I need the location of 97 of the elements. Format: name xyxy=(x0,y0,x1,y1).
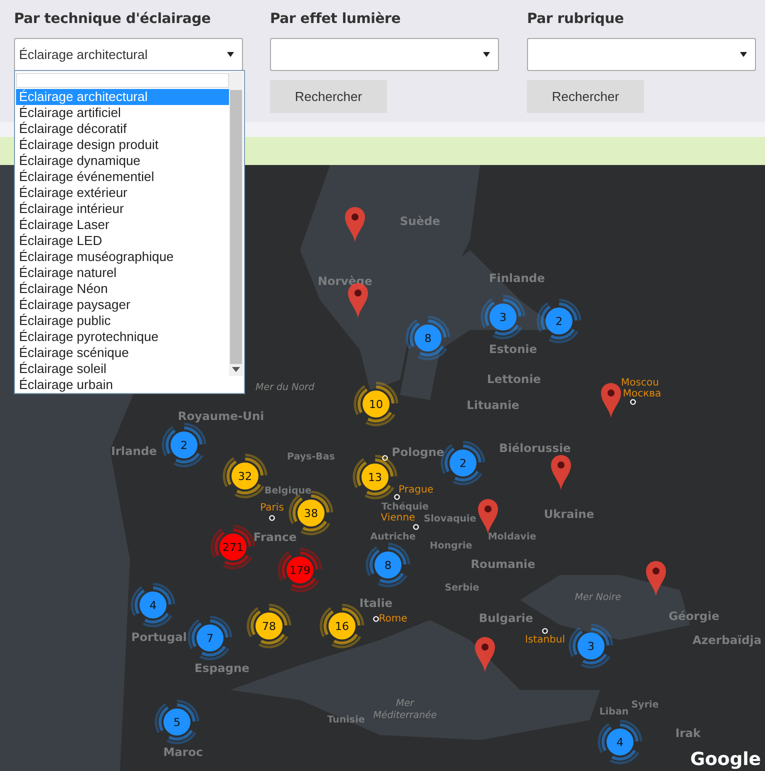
map-label: Hongrie xyxy=(430,540,472,552)
map-label: Mer Noire xyxy=(574,592,622,604)
caret-icon xyxy=(740,52,747,57)
cluster-marker[interactable]: 2 xyxy=(161,422,207,468)
cluster-marker[interactable]: 78 xyxy=(246,603,292,649)
map-label: Moldavie xyxy=(488,532,536,542)
map-label: Irak xyxy=(675,726,701,740)
cluster-marker[interactable]: 5 xyxy=(154,699,200,745)
map-label: Istanbul xyxy=(525,634,565,646)
cluster-marker[interactable]: 271 xyxy=(210,524,256,570)
dropdown-option[interactable]: Éclairage design produit xyxy=(16,137,229,153)
map-label: Lettonie xyxy=(487,372,541,386)
dropdown-option[interactable]: Éclairage naturel xyxy=(16,265,229,281)
city-dot-icon xyxy=(373,616,379,622)
map-label: Moscou xyxy=(621,378,659,388)
select-field[interactable] xyxy=(270,38,499,71)
map-label: Autriche xyxy=(370,532,416,542)
city-dot-icon xyxy=(542,628,548,634)
dropdown-option[interactable]: Éclairage LED xyxy=(16,233,229,249)
map-label: Tunisie xyxy=(327,714,365,726)
filter-label: Par technique d'éclairage xyxy=(14,11,212,29)
map-label: Bulgarie xyxy=(478,611,534,625)
dropdown-option[interactable]: Éclairage intérieur xyxy=(16,201,229,217)
map-label: Syrie xyxy=(631,700,659,710)
cluster-marker[interactable]: 8 xyxy=(405,315,451,361)
dropdown-option[interactable]: Éclairage paysager xyxy=(16,297,229,313)
map-label: Tchéquie xyxy=(381,502,429,512)
filter-label: Par rubrique xyxy=(527,11,625,29)
dropdown-option[interactable]: Éclairage Néon xyxy=(16,281,229,297)
map-label: Lituanie xyxy=(466,398,520,412)
map-label: Géorgie xyxy=(668,609,720,623)
map-label: Roumanie xyxy=(470,557,536,571)
map-label: Paris xyxy=(260,502,284,514)
city-dot-icon xyxy=(413,524,419,530)
map-label: Azerbaïdja xyxy=(692,633,762,647)
select-field[interactable]: Éclairage architectural xyxy=(14,38,243,71)
map-label: Pays-Bas xyxy=(287,452,335,462)
dropdown-option[interactable]: Éclairage extérieur xyxy=(16,185,229,201)
dropdown-option[interactable]: Éclairage pyrotechnique xyxy=(16,329,229,345)
map-label: Irlande xyxy=(111,444,157,458)
dropdown-option[interactable]: Éclairage dynamique xyxy=(16,153,229,169)
map-label: Rome xyxy=(378,614,408,624)
dropdown-option[interactable]: Éclairage muséographique xyxy=(16,249,229,265)
map-pin-icon[interactable] xyxy=(645,560,667,596)
cluster-marker[interactable]: 7 xyxy=(187,615,233,661)
map-label: Maroc xyxy=(163,745,203,759)
dropdown-option[interactable]: Éclairage artificiel xyxy=(16,105,229,121)
map-pin-icon[interactable] xyxy=(550,454,572,490)
map-label: Serbie xyxy=(444,582,480,594)
map-label: Espagne xyxy=(194,661,250,675)
city-dot-icon xyxy=(382,455,388,461)
scroll-down-icon[interactable] xyxy=(232,367,240,372)
map-label: Finlande xyxy=(489,271,545,285)
caret-icon xyxy=(483,52,490,57)
dropdown-option[interactable]: Éclairage Laser xyxy=(16,217,229,233)
map-label: Estonie xyxy=(488,342,538,356)
map-label: Slovaquie xyxy=(424,514,476,524)
map-label: Prague xyxy=(398,484,434,496)
select-field[interactable] xyxy=(527,38,756,71)
map-pin-icon[interactable] xyxy=(600,382,622,418)
search-button[interactable]: Rechercher xyxy=(527,80,644,113)
map-label: Norvège xyxy=(318,274,372,288)
scrollbar[interactable] xyxy=(229,72,243,376)
map-label: Portugal xyxy=(131,630,187,644)
cluster-marker[interactable]: 10 xyxy=(353,381,399,427)
cluster-marker[interactable]: 179 xyxy=(277,547,323,593)
cluster-marker[interactable]: 4 xyxy=(597,719,643,765)
dropdown-option[interactable]: Éclairage soleil xyxy=(16,361,229,377)
map-label: Biélorussie xyxy=(499,441,571,455)
map-pin-icon[interactable] xyxy=(474,636,496,672)
map-label: Liban xyxy=(599,706,629,718)
caret-icon xyxy=(227,52,234,57)
cluster-marker[interactable]: 4 xyxy=(130,582,176,628)
map-label: Mer du Nord xyxy=(254,382,316,394)
search-button[interactable]: Rechercher xyxy=(270,80,387,113)
dropdown-option[interactable]: Éclairage public xyxy=(16,313,229,329)
map-label: Москва xyxy=(622,388,662,400)
map-label: Ukraine xyxy=(544,507,594,521)
map-pin-icon[interactable] xyxy=(477,498,499,534)
cluster-marker[interactable]: 3 xyxy=(480,294,526,340)
city-dot-icon xyxy=(269,515,275,521)
dropdown-option[interactable]: Éclairage urbain xyxy=(16,377,229,393)
city-dot-icon xyxy=(630,399,636,405)
city-dot-icon xyxy=(394,494,400,500)
map-label: Royaume-Uni xyxy=(178,409,264,423)
dropdown-option[interactable]: Éclairage scénique xyxy=(16,345,229,361)
map-pin-icon[interactable] xyxy=(344,206,366,242)
cluster-marker[interactable]: 3 xyxy=(568,623,614,669)
map-label: Vienne xyxy=(380,512,416,524)
cluster-marker[interactable]: 2 xyxy=(536,298,582,344)
dropdown-search-field[interactable] xyxy=(16,73,229,88)
map-label: Suède xyxy=(400,214,440,228)
map-brand-logo: Google xyxy=(690,749,761,770)
dropdown-option[interactable]: Éclairage événementiel xyxy=(16,169,229,185)
map-label: Mer Méditerranée xyxy=(372,698,438,722)
cluster-marker[interactable]: 8 xyxy=(365,542,411,588)
filter-label: Par effet lumière xyxy=(270,11,402,29)
